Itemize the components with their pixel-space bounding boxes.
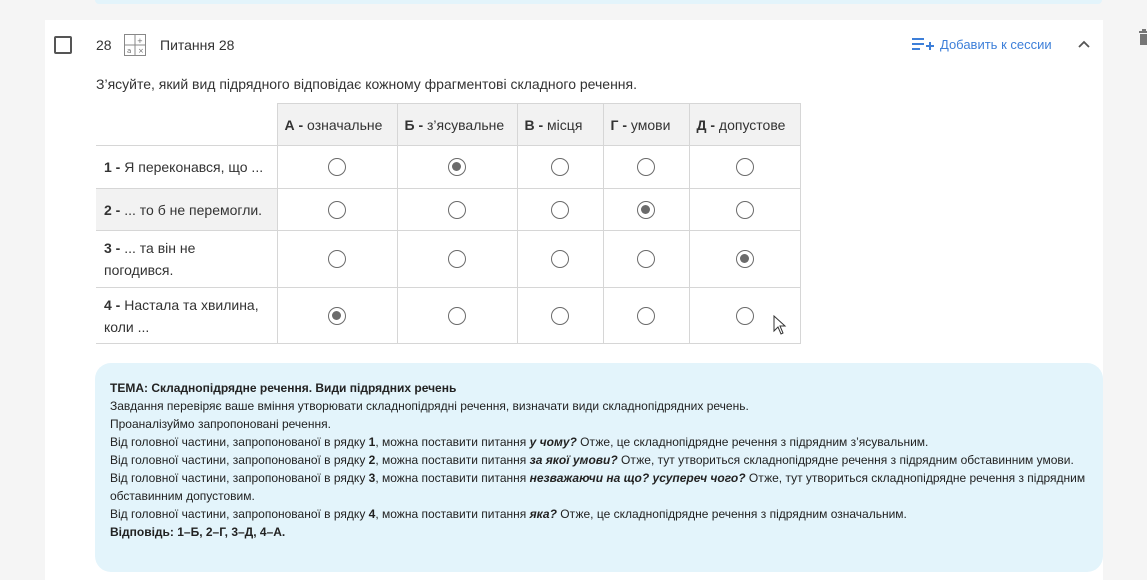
svg-text:×: ×	[138, 47, 144, 55]
explanation-panel: ТЕМА: Складнопідрядне речення. Види підр…	[95, 363, 1103, 572]
svg-text:+: +	[137, 37, 143, 45]
question-number: 28	[96, 37, 112, 53]
radio-option[interactable]	[735, 200, 754, 219]
header-corner	[96, 103, 278, 146]
radio-option[interactable]	[735, 158, 754, 177]
radio-option[interactable]	[637, 200, 655, 219]
radio-option[interactable]	[735, 250, 754, 269]
explanation-text: Завдання перевіряє ваше вміння утворюват…	[110, 399, 749, 413]
matching-table: А - означальне Б - з’ясувальне В - місця…	[96, 103, 801, 344]
table-row: 1 - Я переконався, що ...	[96, 145, 801, 189]
table-header-row: А - означальне Б - з’ясувальне В - місця…	[96, 103, 801, 146]
matching-grid-icon: + a ×	[124, 34, 146, 56]
column-header-a: А - означальне	[276, 103, 398, 146]
table-row: 2 - ... то б не перемогли.	[96, 188, 801, 231]
column-header-b: Б - з’ясувальне	[396, 103, 518, 146]
svg-text:a: a	[127, 47, 131, 55]
row-label: 2 - ... то б не перемогли.	[96, 188, 278, 231]
explanation-line: Від головної частини, запропонованої в р…	[110, 471, 1086, 503]
row-label: 1 - Я переконався, що ...	[96, 145, 278, 189]
radio-option[interactable]	[551, 158, 569, 177]
mouse-cursor-icon	[773, 315, 787, 335]
explanation-text: Проаналізуймо запропоновані речення.	[110, 417, 331, 431]
radio-option[interactable]	[551, 250, 569, 269]
explanation-line: Від головної частини, запропонованої в р…	[110, 435, 929, 449]
question-title: Питання 28	[160, 37, 235, 53]
chevron-up-icon[interactable]	[1077, 37, 1091, 51]
previous-card-bottom	[95, 0, 1102, 4]
radio-option[interactable]	[448, 158, 466, 177]
radio-option[interactable]	[328, 158, 346, 177]
table-row: 4 - Настала та хвилина, коли ...	[96, 287, 801, 344]
radio-option[interactable]	[551, 200, 569, 219]
radio-option[interactable]	[637, 158, 655, 177]
radio-option[interactable]	[551, 306, 569, 325]
answer-text: Відповідь: 1–Б, 2–Г, 3–Д, 4–А.	[110, 525, 286, 539]
explanation-line: Від головної частини, запропонованої в р…	[110, 453, 1074, 467]
question-prompt: З’ясуйте, який вид підрядного відповідає…	[96, 76, 637, 92]
playlist-add-icon	[912, 38, 934, 50]
radio-option[interactable]	[328, 306, 346, 325]
explanation-line: Від головної частини, запропонованої в р…	[110, 507, 907, 521]
radio-option[interactable]	[448, 306, 466, 325]
column-header-v: В - місця	[516, 103, 604, 146]
trash-icon[interactable]	[1138, 28, 1147, 46]
radio-option[interactable]	[637, 250, 655, 269]
radio-option[interactable]	[448, 200, 466, 219]
radio-option[interactable]	[328, 200, 346, 219]
row-label: 4 - Настала та хвилина, коли ...	[96, 287, 278, 344]
explanation-heading: ТЕМА: Складнопідрядне речення. Види підр…	[110, 381, 457, 395]
column-header-g: Г - умови	[602, 103, 690, 146]
question-select-checkbox[interactable]	[54, 36, 72, 54]
radio-option[interactable]	[637, 306, 655, 325]
table-row: 3 - ... та він не погодився.	[96, 230, 801, 288]
radio-option[interactable]	[328, 250, 346, 269]
row-label: 3 - ... та він не погодився.	[96, 230, 278, 288]
add-to-session-label: Добавить к сессии	[940, 36, 1052, 52]
add-to-session-button[interactable]: Добавить к сессии	[912, 36, 1052, 52]
radio-option[interactable]	[448, 250, 466, 269]
column-header-d: Д - допустове	[688, 103, 801, 146]
radio-option[interactable]	[735, 306, 754, 325]
